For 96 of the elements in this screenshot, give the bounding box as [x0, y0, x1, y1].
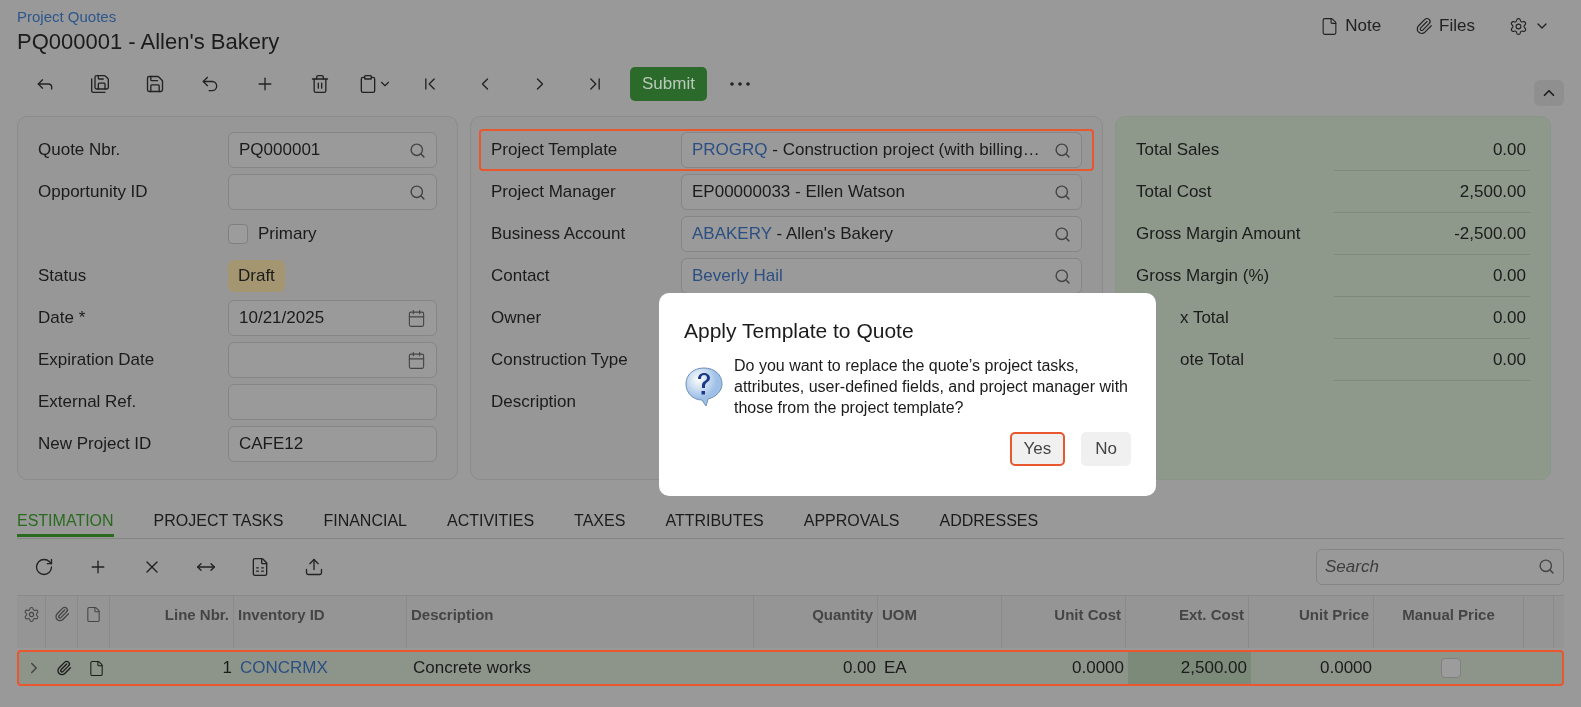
tab[interactable]: FINANCIAL: [323, 502, 407, 537]
total-label: Total Sales: [1136, 140, 1221, 160]
search-field[interactable]: Search: [1316, 549, 1564, 585]
table-cell-text: 0.0000: [1319, 657, 1373, 679]
save-close-icon: [89, 74, 110, 94]
column-header[interactable]: UOM: [882, 606, 917, 623]
table-cell-text: EA: [883, 657, 908, 679]
lookup-field[interactable]: PROGRQ - Construction project (with billing…: [681, 132, 1082, 168]
files-button[interactable]: Files: [1415, 16, 1475, 36]
tab[interactable]: TAXES: [574, 502, 626, 537]
search-icon: [1054, 225, 1071, 243]
table-cell: 2,500.00: [1128, 652, 1251, 684]
total-label: x Total: [1179, 308, 1230, 328]
field-label: Status: [38, 266, 88, 286]
calendar-icon: [407, 308, 426, 328]
field-label: External Ref.: [38, 392, 138, 412]
lookup-field[interactable]: Beverly Hail: [681, 258, 1082, 294]
save-icon: [144, 74, 165, 94]
search-icon: [1054, 183, 1071, 201]
question-icon: [684, 365, 724, 408]
manual-price-checkbox[interactable]: [1441, 658, 1461, 678]
note-button[interactable]: Note: [1320, 16, 1382, 36]
search-icon: [1054, 141, 1071, 159]
tab[interactable]: APPROVALS: [803, 502, 900, 537]
field-label: Owner: [491, 308, 543, 328]
settings-icon: [1509, 16, 1528, 36]
date-field[interactable]: [228, 342, 437, 378]
column-header[interactable]: Unit Price: [1298, 606, 1369, 623]
table-cell-text: 0.0000: [1071, 657, 1125, 679]
field-label: Quote Nbr.: [38, 140, 122, 160]
field-label: Expiration Date: [38, 350, 156, 370]
total-label: ote Total: [1179, 350, 1245, 370]
grid-row[interactable]: 1 CONCRMX Concrete works 0.00 EA 0.0000 2,500.00 0.0000: [17, 650, 1564, 686]
column-header[interactable]: Quantity: [812, 606, 873, 623]
field-label: New Project ID: [38, 434, 153, 454]
lookup-field[interactable]: EP00000033 - Ellen Watson: [681, 174, 1082, 210]
column-header[interactable]: Inventory ID: [238, 606, 325, 623]
tab[interactable]: ACTIVITIES: [447, 502, 535, 537]
total-value: 0.00: [1334, 339, 1530, 381]
more-icon: [730, 82, 751, 86]
status-badge: Draft: [228, 260, 285, 292]
dialog-message: Do you want to replace the quote’s project tasks, attributes, user-defined fields, and project manager with those from the project template?: [734, 356, 1129, 418]
dialog-button[interactable]: Yes: [1009, 432, 1066, 466]
total-label: Gross Margin (%): [1136, 266, 1271, 286]
total-value: 0.00: [1334, 255, 1530, 297]
column-header[interactable]: Unit Cost: [1054, 606, 1121, 623]
document-icon[interactable]: [87, 659, 105, 677]
dialog-button[interactable]: No: [1081, 432, 1131, 466]
settings-icon[interactable]: [22, 606, 40, 623]
field-label: Project Template: [491, 140, 619, 160]
table-cell-text: 1: [221, 657, 233, 679]
tab[interactable]: ATTRIBUTES: [665, 502, 764, 537]
upload-icon: [304, 557, 324, 577]
search-icon: [1054, 267, 1071, 285]
collapse-button[interactable]: [1534, 80, 1564, 106]
total-value: 0.00: [1334, 129, 1530, 171]
total-label: Total Cost: [1136, 182, 1213, 202]
total-label: Gross Margin Amount: [1136, 224, 1302, 244]
field-label: Construction Type: [491, 350, 629, 370]
primary-checkbox[interactable]: Primary: [228, 224, 317, 244]
column-header[interactable]: Line Nbr.: [164, 606, 229, 623]
column-header[interactable]: Ext. Cost: [1179, 606, 1244, 623]
total-value: 0.00: [1334, 297, 1530, 339]
calendar-icon: [407, 350, 426, 370]
paperclip-icon[interactable]: [56, 660, 72, 676]
field-label: Opportunity ID: [38, 182, 149, 202]
lookup-field[interactable]: [228, 174, 437, 210]
spreadsheet-icon: [250, 557, 270, 577]
trash-icon: [309, 74, 330, 94]
lookup-field[interactable]: ABAKERY - Allen's Bakery: [681, 216, 1082, 252]
column-header[interactable]: Manual Price: [1402, 606, 1495, 623]
lookup-field[interactable]: PQ000001: [228, 132, 437, 168]
paperclip-icon: [1415, 17, 1434, 35]
field-label: Date *: [38, 308, 87, 328]
search-icon: [1538, 558, 1555, 575]
refresh-icon: [34, 557, 54, 577]
field-label: Business Account: [491, 224, 627, 244]
total-value: 2,500.00: [1334, 171, 1530, 213]
search-icon: [409, 183, 426, 201]
field-label: Contact: [491, 266, 551, 286]
document-icon: [85, 606, 102, 623]
table-cell-text: Concrete works: [412, 657, 533, 679]
field-label: Project Manager: [491, 182, 617, 202]
submit-button[interactable]: Submit: [630, 67, 707, 101]
tab[interactable]: PROJECT TASKS: [153, 502, 284, 537]
column-header[interactable]: Description: [411, 606, 494, 623]
input-field[interactable]: CAFE12: [228, 426, 437, 462]
total-value: -2,500.00: [1334, 213, 1530, 255]
page-title: PQ000001 - Allen's Bakery: [17, 29, 280, 55]
table-cell-text: 0.00: [841, 657, 877, 679]
paperclip-icon: [53, 606, 70, 622]
date-field[interactable]: 10/21/2025: [228, 300, 437, 336]
search-icon: [409, 141, 426, 159]
tab[interactable]: ADDRESSES: [939, 502, 1039, 537]
dialog-title: Apply Template to Quote: [684, 319, 915, 343]
field-label: Description: [491, 392, 578, 412]
